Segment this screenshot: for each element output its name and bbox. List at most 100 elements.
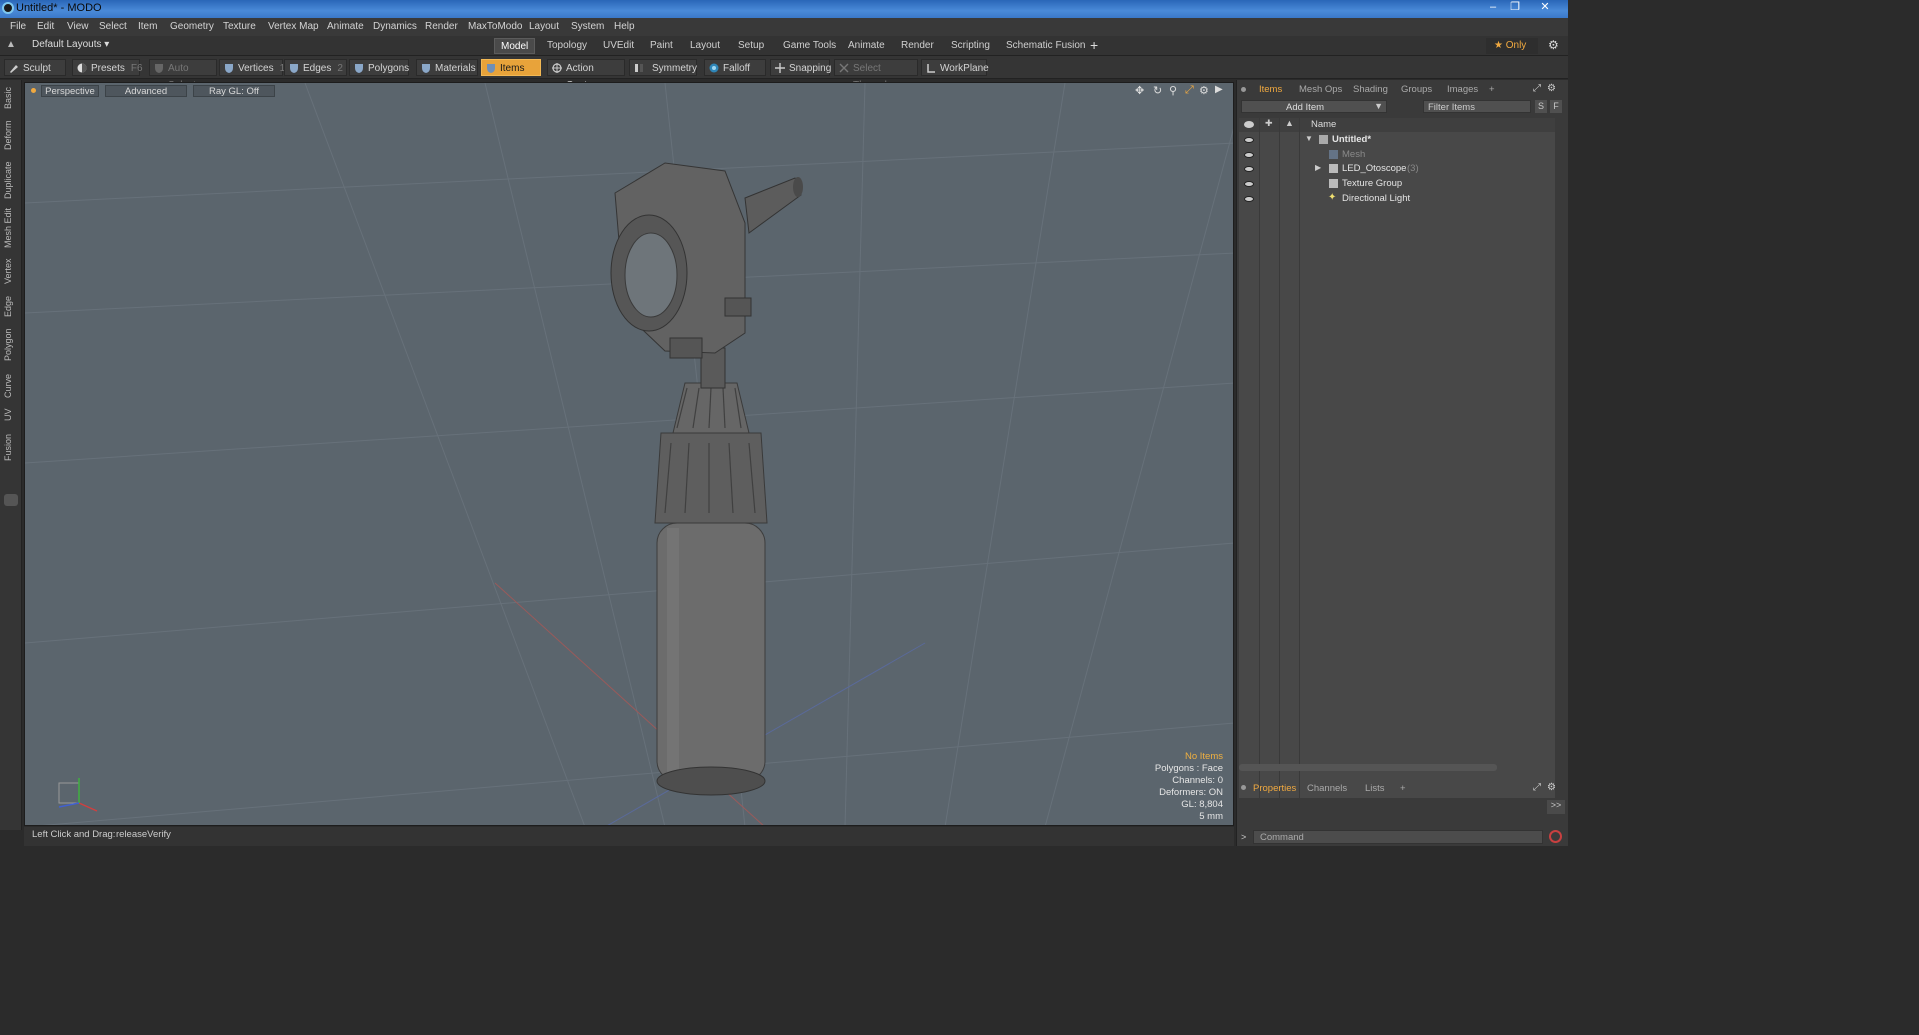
tab-render[interactable]: Render [895, 38, 940, 54]
rotate-icon[interactable]: ↻ [1153, 84, 1162, 97]
polygons-button[interactable]: Polygons [349, 59, 409, 76]
panel-expand-icon[interactable]: ⤢ [1533, 83, 1541, 94]
tab-uvedit[interactable]: UVEdit [597, 38, 640, 54]
viewport-settings-gear-icon[interactable]: ⚙ [1199, 84, 1209, 97]
item-row[interactable]: Texture Group [1239, 177, 1555, 192]
menu-vertex-map[interactable]: Vertex Map [268, 21, 319, 32]
tab-mesh-ops[interactable]: Mesh Ops [1299, 84, 1342, 95]
raygl-dropdown[interactable]: Ray GL: Off [193, 85, 275, 97]
tab-schematic-fusion[interactable]: Schematic Fusion [1000, 38, 1091, 54]
record-icon[interactable] [1549, 830, 1562, 843]
close-button[interactable]: ✕ [1534, 1, 1556, 15]
f-button[interactable]: F [1550, 100, 1562, 113]
bottom-gear-icon[interactable]: ⚙ [1547, 782, 1556, 793]
tab-images[interactable]: Images [1447, 84, 1478, 95]
tab-lists[interactable]: Lists [1365, 783, 1385, 794]
item-row[interactable]: ▶ LED_Otoscope (3) [1239, 162, 1555, 177]
menu-file[interactable]: File [10, 21, 26, 32]
vtab-edge[interactable]: Edge [3, 292, 19, 320]
vtab-mesh-edit[interactable]: Mesh Edit [3, 206, 19, 250]
menu-animate[interactable]: Animate [327, 21, 364, 32]
presets-button[interactable]: Presets F6 [72, 59, 143, 76]
menu-dynamics[interactable]: Dynamics [373, 21, 417, 32]
advanced-dropdown[interactable]: Advanced [105, 85, 187, 97]
eye-icon[interactable] [1244, 196, 1254, 202]
vtab-polygon[interactable]: Polygon [3, 324, 19, 366]
only-toggle[interactable]: ★ Only [1486, 38, 1538, 54]
tab-setup[interactable]: Setup [732, 38, 770, 54]
layout-collapse-icon[interactable]: ▲ [6, 39, 16, 50]
symmetry-button[interactable]: Symmetry [629, 59, 697, 76]
default-layouts-dropdown[interactable]: Default Layouts ▾ [32, 39, 109, 50]
vtab-basic[interactable]: Basic [3, 84, 19, 112]
restore-button[interactable]: ❐ [1504, 1, 1526, 15]
auto-select-button[interactable]: Auto Select [149, 59, 217, 91]
workplane-button[interactable]: WorkPlane [921, 59, 989, 76]
eye-icon[interactable] [1244, 181, 1254, 187]
vtab-fusion[interactable]: Fusion [3, 430, 19, 464]
tab-animate[interactable]: Animate [842, 38, 891, 54]
items-button[interactable]: Items [481, 59, 541, 76]
item-row[interactable]: ✦ Directional Light [1239, 192, 1555, 207]
3d-viewport[interactable]: Perspective Advanced Ray GL: Off ✥ ↻ ⚲ ⤢… [24, 82, 1234, 826]
menu-system[interactable]: System [571, 21, 604, 32]
minimize-button[interactable]: ‒ [1482, 1, 1504, 15]
fit-icon[interactable]: ⤢ [1185, 84, 1194, 97]
zoom-icon[interactable]: ⚲ [1169, 84, 1177, 97]
viewport-menu-arrow-icon[interactable]: ▶ [1215, 84, 1223, 95]
menu-edit[interactable]: Edit [37, 21, 54, 32]
pan-icon[interactable]: ✥ [1135, 84, 1144, 97]
menu-help[interactable]: Help [614, 21, 635, 32]
bottom-expand-icon[interactable]: ⤢ [1533, 782, 1541, 793]
vertices-button[interactable]: Vertices 1 [219, 59, 285, 76]
menu-item[interactable]: Item [138, 21, 157, 32]
collapsed-arrow-icon[interactable]: ▶ [1315, 163, 1321, 172]
perspective-dropdown[interactable]: Perspective [41, 85, 99, 97]
vtab-vertex[interactable]: Vertex [3, 254, 19, 288]
menu-render[interactable]: Render [425, 21, 458, 32]
panel-menu-dot[interactable] [1241, 87, 1246, 92]
menu-layout[interactable]: Layout [529, 21, 559, 32]
materials-button[interactable]: Materials [416, 59, 478, 76]
tab-properties[interactable]: Properties [1253, 783, 1296, 794]
action-center-button[interactable]: Action Center [547, 59, 625, 91]
eye-icon[interactable] [1244, 137, 1254, 143]
tab-topology[interactable]: Topology [541, 38, 593, 54]
tab-channels[interactable]: Channels [1307, 783, 1347, 794]
snapping-button[interactable]: Snapping [770, 59, 831, 76]
strip-toggle-button[interactable] [4, 494, 18, 506]
command-input[interactable]: Command [1253, 830, 1543, 844]
add-panel-tab-button[interactable]: + [1489, 84, 1495, 95]
add-bottom-tab-button[interactable]: + [1400, 783, 1406, 794]
items-scrollbar[interactable] [1239, 764, 1497, 771]
edges-button[interactable]: Edges 2 [284, 59, 347, 76]
expand-properties-button[interactable]: >> [1547, 800, 1565, 814]
falloff-button[interactable]: Falloff [704, 59, 766, 76]
vtab-duplicate[interactable]: Duplicate [3, 158, 19, 202]
item-row[interactable]: ▼ Untitled* [1239, 133, 1555, 148]
settings-gear-icon[interactable]: ⚙ [1548, 38, 1559, 52]
sculpt-button[interactable]: Sculpt [4, 59, 66, 76]
bottom-panel-menu-dot[interactable] [1241, 785, 1246, 790]
tab-model[interactable]: Model [494, 38, 536, 54]
select-through-button[interactable]: Select Through [834, 59, 918, 91]
item-row[interactable]: Mesh [1239, 148, 1555, 163]
expand-arrow-icon[interactable]: ▼ [1305, 134, 1313, 143]
panel-gear-icon[interactable]: ⚙ [1547, 83, 1556, 94]
tab-shading[interactable]: Shading [1353, 84, 1388, 95]
vtab-uv[interactable]: UV [3, 406, 19, 424]
tab-scripting[interactable]: Scripting [945, 38, 996, 54]
menu-view[interactable]: View [67, 21, 89, 32]
eye-icon[interactable] [1244, 152, 1254, 158]
tab-groups[interactable]: Groups [1401, 84, 1432, 95]
tab-paint[interactable]: Paint [644, 38, 679, 54]
add-item-dropdown[interactable]: Add Item ▼ [1241, 100, 1387, 113]
menu-maxtomodo[interactable]: MaxToModo [468, 21, 522, 32]
menu-texture[interactable]: Texture [223, 21, 256, 32]
filter-items-input[interactable]: Filter Items [1423, 100, 1531, 113]
tab-layout[interactable]: Layout [684, 38, 726, 54]
eye-icon[interactable] [1244, 166, 1254, 172]
vtab-curve[interactable]: Curve [3, 370, 19, 402]
tab-game-tools[interactable]: Game Tools [777, 38, 842, 54]
menu-geometry[interactable]: Geometry [170, 21, 214, 32]
